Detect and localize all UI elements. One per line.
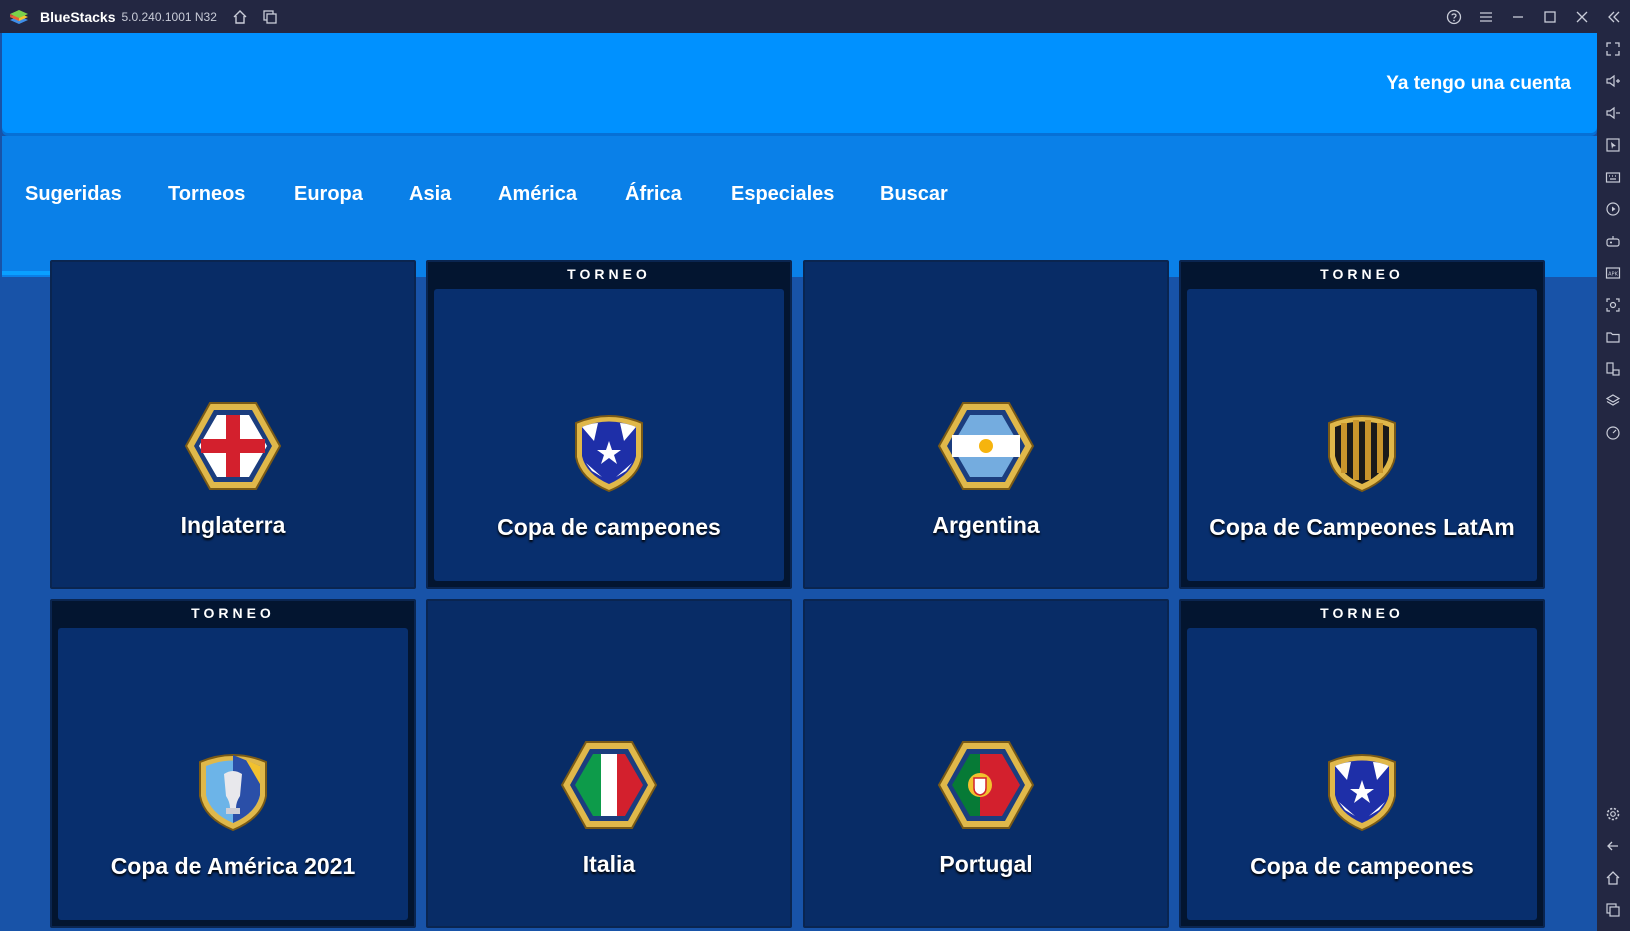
category-tabs: Sugeridas Torneos Europa Asia América Áf… xyxy=(2,136,1597,277)
back-icon[interactable] xyxy=(1603,836,1623,856)
card-title: Italia xyxy=(582,851,636,877)
window-titlebar: BlueStacks 5.0.240.1001 N32 xyxy=(0,0,1630,33)
svg-text:APK: APK xyxy=(1608,272,1618,278)
champions-cup-icon xyxy=(1328,754,1396,832)
card-title: Copa de América 2021 xyxy=(110,853,356,879)
eco-mode-icon[interactable] xyxy=(1603,423,1623,443)
league-card-portugal[interactable]: Portugal xyxy=(803,599,1169,928)
game-controls-icon[interactable] xyxy=(1603,231,1623,251)
tournament-card-copa-de-campeones-2[interactable]: TORNEO Copa de campeones xyxy=(1179,599,1545,928)
champions-cup-icon xyxy=(575,415,643,493)
england-flag-icon xyxy=(184,402,282,490)
multi-instance-icon[interactable] xyxy=(255,0,285,33)
bluestacks-logo-icon xyxy=(8,8,30,26)
volume-down-icon[interactable] xyxy=(1603,103,1623,123)
copa-america-icon xyxy=(199,754,267,832)
tab-africa[interactable]: África xyxy=(625,183,682,206)
portugal-flag-icon xyxy=(937,741,1035,829)
card-title: Copa de campeones xyxy=(1250,853,1474,879)
tab-america[interactable]: América xyxy=(498,183,577,206)
tournament-card-copa-latam[interactable]: TORNEO Copa de Campeones LatAm xyxy=(1179,260,1545,589)
home-icon[interactable] xyxy=(225,0,255,33)
game-screen: Ya tengo una cuenta Sugeridas Torneos Eu… xyxy=(0,33,1597,931)
tournament-badge: TORNEO xyxy=(191,605,275,621)
card-title: Argentina xyxy=(932,512,1040,538)
right-toolbar: APK xyxy=(1597,33,1630,931)
tab-especiales[interactable]: Especiales xyxy=(731,183,834,206)
rotate-icon[interactable] xyxy=(1603,359,1623,379)
top-header: Ya tengo una cuenta xyxy=(2,33,1597,133)
apk-install-icon[interactable]: APK xyxy=(1603,263,1623,283)
card-title: Inglaterra xyxy=(180,512,286,538)
recent-apps-icon[interactable] xyxy=(1603,900,1623,920)
maximize-icon[interactable] xyxy=(1534,0,1566,33)
tournament-card-copa-de-campeones[interactable]: TORNEO Copa de campeones xyxy=(426,260,792,589)
tournament-badge: TORNEO xyxy=(1320,605,1404,621)
tab-torneos[interactable]: Torneos xyxy=(168,183,245,206)
folder-icon[interactable] xyxy=(1603,327,1623,347)
league-card-italia[interactable]: Italia xyxy=(426,599,792,928)
android-home-icon[interactable] xyxy=(1603,868,1623,888)
menu-icon[interactable] xyxy=(1470,0,1502,33)
keyboard-icon[interactable] xyxy=(1603,167,1623,187)
pointer-icon[interactable] xyxy=(1603,135,1623,155)
card-title: Copa de campeones xyxy=(497,514,721,540)
minimize-icon[interactable] xyxy=(1502,0,1534,33)
screenshot-icon[interactable] xyxy=(1603,295,1623,315)
tab-asia[interactable]: Asia xyxy=(409,183,451,206)
tournament-badge: TORNEO xyxy=(1320,266,1404,282)
collapse-sidebar-icon[interactable] xyxy=(1598,0,1630,33)
help-icon[interactable] xyxy=(1438,0,1470,33)
card-title: Portugal xyxy=(939,851,1033,877)
close-icon[interactable] xyxy=(1566,0,1598,33)
macro-icon[interactable] xyxy=(1603,199,1623,219)
italy-flag-icon xyxy=(560,741,658,829)
volume-up-icon[interactable] xyxy=(1603,71,1623,91)
argentina-flag-icon xyxy=(937,402,1035,490)
tab-sugeridas[interactable]: Sugeridas xyxy=(25,183,122,206)
card-title: Copa de Campeones LatAm xyxy=(1209,514,1515,540)
league-card-inglaterra[interactable]: Inglaterra xyxy=(50,260,416,589)
tab-europa[interactable]: Europa xyxy=(294,183,363,206)
league-card-argentina[interactable]: Argentina xyxy=(803,260,1169,589)
app-name: BlueStacks xyxy=(40,8,116,25)
fullscreen-icon[interactable] xyxy=(1603,39,1623,59)
app-version: 5.0.240.1001 N32 xyxy=(121,9,217,24)
layers-icon[interactable] xyxy=(1603,391,1623,411)
latam-cup-icon xyxy=(1328,415,1396,493)
settings-icon[interactable] xyxy=(1603,804,1623,824)
tournament-badge: TORNEO xyxy=(567,266,651,282)
tournament-card-copa-america-2021[interactable]: TORNEO Copa de América 2021 xyxy=(50,599,416,928)
login-link[interactable]: Ya tengo una cuenta xyxy=(1386,73,1571,95)
tab-buscar[interactable]: Buscar xyxy=(880,183,948,206)
